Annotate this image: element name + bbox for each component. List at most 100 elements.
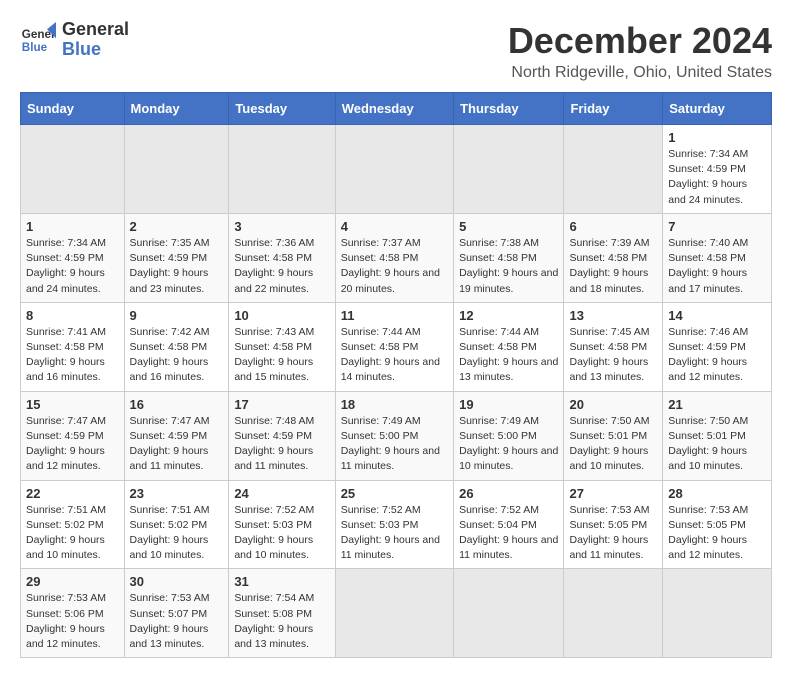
header-cell-tuesday: Tuesday [229, 93, 335, 125]
day-info: Sunrise: 7:36 AMSunset: 4:58 PMDaylight:… [234, 236, 329, 297]
day-number: 12 [459, 308, 558, 323]
day-number: 24 [234, 486, 329, 501]
day-number: 29 [26, 574, 119, 589]
day-number: 16 [130, 397, 224, 412]
day-number: 30 [130, 574, 224, 589]
day-cell: 3 Sunrise: 7:36 AMSunset: 4:58 PMDaylight… [229, 213, 335, 302]
day-number: 20 [569, 397, 657, 412]
day-info: Sunrise: 7:52 AMSunset: 5:03 PMDaylight:… [234, 503, 329, 564]
day-cell: 17 Sunrise: 7:48 AMSunset: 4:59 PMDayligh… [229, 391, 335, 480]
day-number: 1 [26, 219, 119, 234]
day-number: 6 [569, 219, 657, 234]
day-info: Sunrise: 7:54 AMSunset: 5:08 PMDaylight:… [234, 591, 329, 652]
day-cell [564, 125, 663, 214]
day-cell: 25 Sunrise: 7:52 AMSunset: 5:03 PMDayligh… [335, 480, 453, 569]
day-number: 25 [341, 486, 448, 501]
day-cell: 10Sunrise: 7:43 AMSunset: 4:58 PMDayligh… [229, 302, 335, 391]
day-info: Sunrise: 7:52 AMSunset: 5:04 PMDaylight:… [459, 503, 558, 564]
header: General Blue General Blue December 2024 … [20, 20, 772, 82]
day-cell [663, 569, 772, 658]
day-info: Sunrise: 7:35 AMSunset: 4:59 PMDaylight:… [130, 236, 224, 297]
day-number: 17 [234, 397, 329, 412]
day-cell [335, 125, 453, 214]
day-info: Sunrise: 7:52 AMSunset: 5:03 PMDaylight:… [341, 503, 448, 564]
day-cell: 8Sunrise: 7:41 AMSunset: 4:58 PMDaylight… [21, 302, 125, 391]
day-number: 2 [130, 219, 224, 234]
day-info: Sunrise: 7:53 AMSunset: 5:06 PMDaylight:… [26, 591, 119, 652]
day-info: Sunrise: 7:50 AMSunset: 5:01 PMDaylight:… [569, 414, 657, 475]
day-info: Sunrise: 7:51 AMSunset: 5:02 PMDaylight:… [130, 503, 224, 564]
day-cell [564, 569, 663, 658]
logo: General Blue General Blue [20, 20, 129, 60]
day-number: 5 [459, 219, 558, 234]
day-cell: 13Sunrise: 7:45 AMSunset: 4:58 PMDayligh… [564, 302, 663, 391]
header-cell-sunday: Sunday [21, 93, 125, 125]
day-info: Sunrise: 7:42 AMSunset: 4:58 PMDaylight:… [130, 325, 224, 386]
day-number: 4 [341, 219, 448, 234]
day-cell: 15 Sunrise: 7:47 AMSunset: 4:59 PMDayligh… [21, 391, 125, 480]
day-info: Sunrise: 7:39 AMSunset: 4:58 PMDaylight:… [569, 236, 657, 297]
week-row-4: 15 Sunrise: 7:47 AMSunset: 4:59 PMDayligh… [21, 391, 772, 480]
day-cell [335, 569, 453, 658]
day-cell: 24 Sunrise: 7:52 AMSunset: 5:03 PMDayligh… [229, 480, 335, 569]
week-row-2: 1 Sunrise: 7:34 AMSunset: 4:59 PMDaylight… [21, 213, 772, 302]
day-info: Sunrise: 7:48 AMSunset: 4:59 PMDaylight:… [234, 414, 329, 475]
day-cell: 26Sunrise: 7:52 AMSunset: 5:04 PMDayligh… [454, 480, 564, 569]
day-info: Sunrise: 7:44 AMSunset: 4:58 PMDaylight:… [341, 325, 448, 386]
day-cell: 7Sunrise: 7:40 AMSunset: 4:58 PMDaylight… [663, 213, 772, 302]
logo-icon: General Blue [20, 22, 56, 58]
day-number: 19 [459, 397, 558, 412]
day-cell: 1 Sunrise: 7:34 AMSunset: 4:59 PMDaylight… [21, 213, 125, 302]
day-cell: 9 Sunrise: 7:42 AMSunset: 4:58 PMDaylight… [124, 302, 229, 391]
day-cell: 12Sunrise: 7:44 AMSunset: 4:58 PMDayligh… [454, 302, 564, 391]
day-number: 13 [569, 308, 657, 323]
day-number: 22 [26, 486, 119, 501]
day-cell: 30Sunrise: 7:53 AMSunset: 5:07 PMDayligh… [124, 569, 229, 658]
day-number: 15 [26, 397, 119, 412]
day-cell [21, 125, 125, 214]
day-number: 7 [668, 219, 766, 234]
day-cell: 22Sunrise: 7:51 AMSunset: 5:02 PMDayligh… [21, 480, 125, 569]
day-info: Sunrise: 7:49 AMSunset: 5:00 PMDaylight:… [459, 414, 558, 475]
day-info: Sunrise: 7:47 AMSunset: 4:59 PMDaylight:… [26, 414, 119, 475]
day-info: Sunrise: 7:49 AMSunset: 5:00 PMDaylight:… [341, 414, 448, 475]
day-cell: 19 Sunrise: 7:49 AMSunset: 5:00 PMDayligh… [454, 391, 564, 480]
day-info: Sunrise: 7:46 AMSunset: 4:59 PMDaylight:… [668, 325, 766, 386]
day-cell: 2 Sunrise: 7:35 AMSunset: 4:59 PMDaylight… [124, 213, 229, 302]
day-cell [454, 125, 564, 214]
main-title: December 2024 [508, 20, 772, 62]
day-number: 27 [569, 486, 657, 501]
day-number: 9 [130, 308, 224, 323]
day-cell: 28 Sunrise: 7:53 AMSunset: 5:05 PMDayligh… [663, 480, 772, 569]
day-number: 21 [668, 397, 766, 412]
day-cell: 4Sunrise: 7:37 AMSunset: 4:58 PMDaylight… [335, 213, 453, 302]
day-cell [454, 569, 564, 658]
day-info: Sunrise: 7:47 AMSunset: 4:59 PMDaylight:… [130, 414, 224, 475]
title-area: December 2024 North Ridgeville, Ohio, Un… [508, 20, 772, 82]
day-cell: 23Sunrise: 7:51 AMSunset: 5:02 PMDayligh… [124, 480, 229, 569]
logo-text: General Blue [62, 20, 129, 60]
week-row-3: 8Sunrise: 7:41 AMSunset: 4:58 PMDaylight… [21, 302, 772, 391]
day-info: Sunrise: 7:53 AMSunset: 5:05 PMDaylight:… [569, 503, 657, 564]
day-cell [229, 125, 335, 214]
header-cell-thursday: Thursday [454, 93, 564, 125]
day-info: Sunrise: 7:34 AMSunset: 4:59 PMDaylight:… [668, 147, 766, 208]
day-cell: 11 Sunrise: 7:44 AMSunset: 4:58 PMDayligh… [335, 302, 453, 391]
header-cell-wednesday: Wednesday [335, 93, 453, 125]
day-cell: 27 Sunrise: 7:53 AMSunset: 5:05 PMDayligh… [564, 480, 663, 569]
day-number: 3 [234, 219, 329, 234]
day-cell: 21Sunrise: 7:50 AMSunset: 5:01 PMDayligh… [663, 391, 772, 480]
day-cell [124, 125, 229, 214]
day-number: 18 [341, 397, 448, 412]
day-info: Sunrise: 7:38 AMSunset: 4:58 PMDaylight:… [459, 236, 558, 297]
week-row-6: 29 Sunrise: 7:53 AMSunset: 5:06 PMDayligh… [21, 569, 772, 658]
week-row-1: 1Sunrise: 7:34 AMSunset: 4:59 PMDaylight… [21, 125, 772, 214]
day-cell: 1Sunrise: 7:34 AMSunset: 4:59 PMDaylight… [663, 125, 772, 214]
day-info: Sunrise: 7:43 AMSunset: 4:58 PMDaylight:… [234, 325, 329, 386]
day-cell: 5 Sunrise: 7:38 AMSunset: 4:58 PMDaylight… [454, 213, 564, 302]
day-info: Sunrise: 7:53 AMSunset: 5:05 PMDaylight:… [668, 503, 766, 564]
day-number: 28 [668, 486, 766, 501]
day-info: Sunrise: 7:34 AMSunset: 4:59 PMDaylight:… [26, 236, 119, 297]
day-number: 8 [26, 308, 119, 323]
day-number: 11 [341, 308, 448, 323]
